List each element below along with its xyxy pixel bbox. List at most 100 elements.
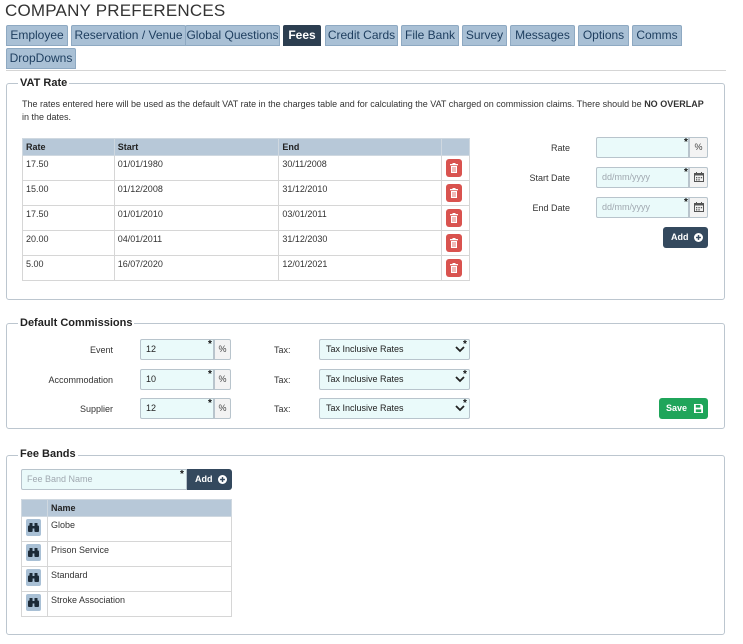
binoculars-icon: [28, 573, 39, 582]
percent-addon: %: [689, 137, 708, 158]
fee-band-action-cell: [21, 516, 48, 542]
fee-band-name-cell: Globe: [46, 516, 233, 542]
trash-icon: [450, 262, 458, 273]
end-date-label: End Date: [532, 203, 570, 213]
table-row: Globe: [21, 516, 233, 542]
tab-options[interactable]: Options: [578, 25, 629, 46]
calendar-button[interactable]: [689, 167, 708, 188]
tax-label: Tax:: [274, 345, 291, 355]
add-vat-rate-button[interactable]: Add: [663, 227, 708, 248]
event-commission-input[interactable]: 12: [140, 339, 214, 360]
table-header-row: Rate Start End: [22, 138, 470, 156]
trash-icon: [450, 212, 458, 223]
vat-action-cell: [441, 205, 470, 231]
save-label: Save: [666, 403, 688, 413]
column-header-name: Name: [46, 499, 233, 517]
rate-input[interactable]: [596, 137, 689, 158]
column-header-end: End: [278, 138, 442, 156]
tab-bar: Employee Reservation / Venue Global Ques…: [6, 25, 721, 70]
delete-button[interactable]: [446, 233, 462, 252]
column-header-start: Start: [113, 138, 280, 156]
tabs-divider: [6, 70, 726, 71]
tab-comms[interactable]: Comms: [632, 25, 682, 46]
percent-addon: %: [214, 369, 231, 390]
vat-start-cell: 01/12/2008: [113, 180, 280, 206]
calendar-icon: [693, 172, 704, 182]
tab-fees[interactable]: Fees: [283, 25, 321, 46]
tab-reservation-venue[interactable]: Reservation / Venue: [71, 25, 186, 46]
tax-select-value: Tax Inclusive Rates: [326, 403, 404, 413]
save-button[interactable]: Save: [659, 398, 708, 419]
vat-rate-note: The rates entered here will be used as t…: [22, 99, 704, 122]
rate-label: Rate: [550, 143, 570, 153]
view-button[interactable]: [26, 569, 41, 586]
required-marker: *: [684, 167, 688, 178]
default-commissions-legend: Default Commissions: [18, 317, 135, 329]
tax-select-value: Tax Inclusive Rates: [326, 344, 404, 354]
vat-end-cell: 30/11/2008: [278, 155, 442, 181]
required-marker: *: [463, 339, 467, 350]
table-row: Prison Service: [21, 541, 233, 567]
floppy-disk-icon: [694, 404, 703, 413]
page-title: COMPANY PREFERENCES: [5, 1, 226, 20]
view-button[interactable]: [26, 544, 41, 561]
view-button[interactable]: [26, 594, 41, 611]
table-row: 15.00 01/12/2008 31/12/2010: [22, 180, 470, 206]
accommodation-commission-input[interactable]: 10: [140, 369, 214, 390]
vat-rate-cell: 20.00: [22, 230, 115, 256]
fee-bands-table: Name Globe Prison Service Standard Strok…: [21, 499, 233, 617]
start-date-label: Start Date: [529, 173, 570, 183]
vat-start-cell: 04/01/2011: [113, 230, 280, 256]
tab-credit-cards[interactable]: Credit Cards: [325, 25, 398, 46]
event-tax-select[interactable]: Tax Inclusive Rates: [319, 339, 470, 360]
vat-start-cell: 01/01/1980: [113, 155, 280, 181]
plus-circle-icon: [694, 233, 703, 242]
fee-band-name-input[interactable]: Fee Band Name: [21, 469, 187, 490]
required-marker: *: [463, 398, 467, 409]
end-date-input[interactable]: dd/mm/yyyy: [596, 197, 689, 218]
vat-rate-cell: 5.00: [22, 255, 115, 281]
table-row: 20.00 04/01/2011 31/12/2030: [22, 230, 470, 256]
fee-band-name-cell: Standard: [46, 566, 233, 592]
delete-button[interactable]: [446, 183, 462, 202]
required-marker: *: [208, 369, 212, 380]
tab-dropdowns[interactable]: DropDowns: [6, 48, 76, 69]
delete-button[interactable]: [446, 158, 462, 177]
required-marker: *: [208, 339, 212, 350]
delete-button[interactable]: [446, 258, 462, 277]
table-row: 17.50 01/01/1980 30/11/2008: [22, 155, 470, 181]
column-header-rate: Rate: [22, 138, 115, 156]
fee-band-name-cell: Prison Service: [46, 541, 233, 567]
calendar-icon: [693, 202, 704, 212]
tab-messages[interactable]: Messages: [510, 25, 575, 46]
required-marker: *: [684, 197, 688, 208]
percent-addon: %: [214, 398, 231, 419]
tab-survey[interactable]: Survey: [462, 25, 507, 46]
vat-action-cell: [441, 155, 470, 181]
fee-band-action-cell: [21, 541, 48, 567]
table-row: Stroke Association: [21, 591, 233, 617]
accommodation-tax-select[interactable]: Tax Inclusive Rates: [319, 369, 470, 390]
trash-icon: [450, 162, 458, 173]
vat-start-cell: 01/01/2010: [113, 205, 280, 231]
delete-button[interactable]: [446, 208, 462, 227]
calendar-button[interactable]: [689, 197, 708, 218]
column-header-actions: [441, 138, 470, 156]
plus-circle-icon: [218, 475, 227, 484]
supplier-commission-input[interactable]: 12: [140, 398, 214, 419]
tab-global-questions[interactable]: Global Questions: [185, 25, 280, 46]
supplier-label: Supplier: [79, 404, 113, 414]
add-fee-band-button[interactable]: Add: [187, 469, 232, 490]
vat-rate-cell: 17.50: [22, 155, 115, 181]
view-button[interactable]: [26, 519, 41, 536]
vat-end-cell: 31/12/2010: [278, 180, 442, 206]
tax-label: Tax:: [274, 404, 291, 414]
supplier-tax-select[interactable]: Tax Inclusive Rates: [319, 398, 470, 419]
column-header-view: [21, 499, 48, 517]
add-label: Add: [195, 474, 213, 484]
tab-file-bank[interactable]: File Bank: [401, 25, 459, 46]
start-date-input[interactable]: dd/mm/yyyy: [596, 167, 689, 188]
tab-employee[interactable]: Employee: [6, 25, 68, 46]
vat-action-cell: [441, 255, 470, 281]
tax-select-value: Tax Inclusive Rates: [326, 374, 404, 384]
